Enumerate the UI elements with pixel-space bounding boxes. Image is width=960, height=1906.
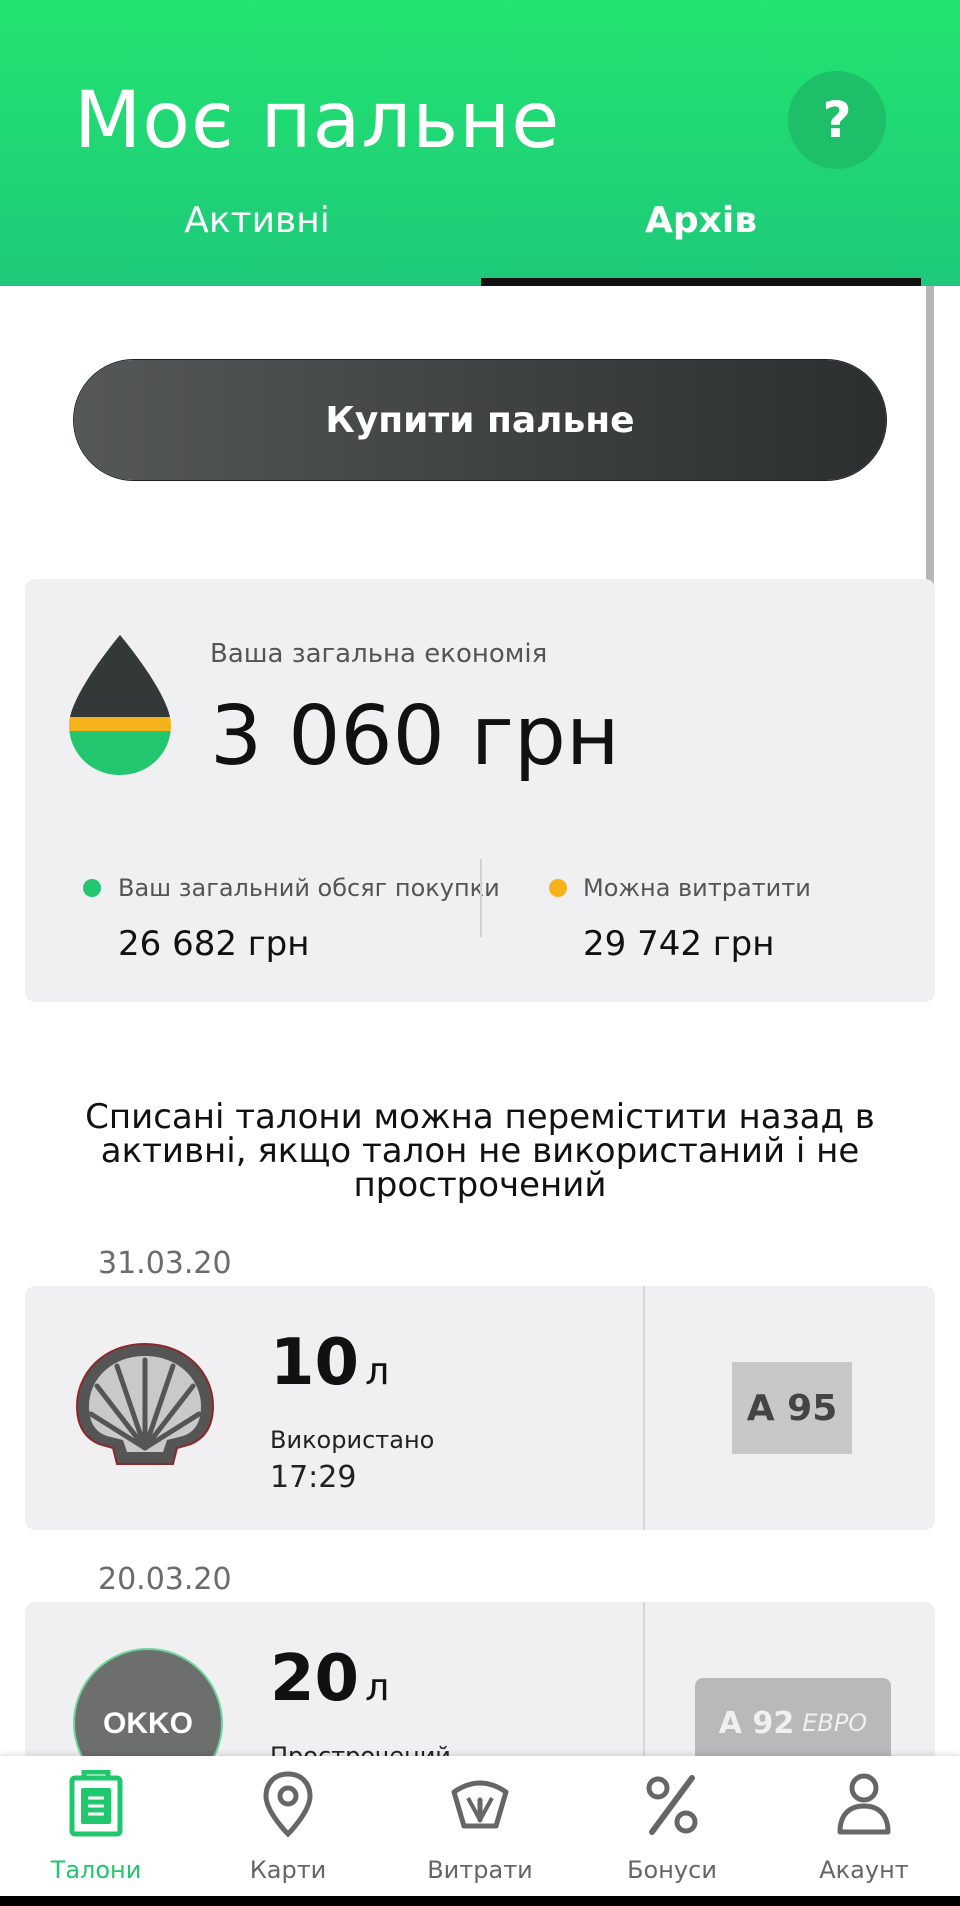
gauge-icon xyxy=(451,1780,509,1829)
total-purchase-value: 26 682 грн xyxy=(118,924,310,964)
coupon-card[interactable]: 10 л Використано 17:29 А 95 xyxy=(25,1286,935,1530)
fuel-type-badge: А 92 ЕВРО xyxy=(695,1678,891,1768)
liters-value: 20 xyxy=(270,1642,360,1716)
liters-unit: л xyxy=(365,1665,390,1709)
help-button[interactable]: ? xyxy=(788,71,886,169)
coupon-amount: 10 л xyxy=(270,1326,389,1400)
archive-note: Списані талони можна перемістити назад в… xyxy=(85,1097,875,1205)
tab-indicator xyxy=(481,278,921,286)
total-dot xyxy=(83,879,101,897)
bottom-navigation: Талони Карти Витрати Бонуси Акаунт xyxy=(0,1756,960,1896)
liters-unit: л xyxy=(365,1349,390,1393)
nav-maps[interactable]: Карти xyxy=(192,1756,384,1896)
total-purchase-label: Ваш загальний обсяг покупки xyxy=(118,874,500,902)
fuel-type-badge: А 95 xyxy=(732,1362,852,1454)
coupon-divider xyxy=(643,1286,645,1530)
map-pin-icon xyxy=(263,1771,313,1838)
coupon-amount: 20 л xyxy=(270,1642,389,1716)
coupon-status: Використано xyxy=(270,1426,435,1454)
app-header: Моє пальне ? Активні Архів xyxy=(0,0,960,286)
nav-coupons[interactable]: Талони xyxy=(0,1756,192,1896)
tab-archive[interactable]: Архів xyxy=(461,200,941,286)
page-title: Моє пальне xyxy=(74,76,561,166)
coupon-date: 31.03.20 xyxy=(98,1246,232,1281)
fuel-drop-icon xyxy=(69,635,171,775)
nav-label: Карти xyxy=(249,1856,327,1884)
percent-icon xyxy=(646,1775,698,1835)
nav-account[interactable]: Акаунт xyxy=(768,1756,960,1896)
savings-value: 3 060 грн xyxy=(210,689,620,784)
spendable-label: Можна витратити xyxy=(583,874,811,902)
savings-label: Ваша загальна економія xyxy=(210,639,548,669)
system-bar xyxy=(0,1896,960,1906)
okko-logo-text: OKKO xyxy=(103,1707,193,1740)
user-icon xyxy=(837,1773,891,1835)
spendable-value: 29 742 грн xyxy=(583,924,775,964)
nav-label: Акаунт xyxy=(819,1856,909,1884)
coupon-date: 20.03.20 xyxy=(98,1562,232,1597)
nav-label: Бонуси xyxy=(627,1856,717,1884)
coupon-time: 17:29 xyxy=(270,1460,357,1495)
fuel-type-label: А 92 xyxy=(718,1705,795,1741)
savings-card: Ваша загальна економія 3 060 грн Ваш заг… xyxy=(25,579,935,1002)
spend-dot xyxy=(549,879,567,897)
tab-active[interactable]: Активні xyxy=(17,200,497,286)
nav-label: Витрати xyxy=(427,1856,533,1884)
shell-logo-icon xyxy=(75,1342,215,1465)
buy-fuel-button[interactable]: Купити пальне xyxy=(74,360,886,480)
nav-bonuses[interactable]: Бонуси xyxy=(576,1756,768,1896)
scrollbar[interactable] xyxy=(926,286,934,586)
fuel-type-suffix: ЕВРО xyxy=(802,1709,868,1737)
nav-expenses[interactable]: Витрати xyxy=(384,1756,576,1896)
stats-divider xyxy=(480,859,482,937)
liters-value: 10 xyxy=(270,1326,360,1400)
coupon-icon xyxy=(69,1770,123,1837)
nav-label: Талони xyxy=(50,1856,142,1884)
